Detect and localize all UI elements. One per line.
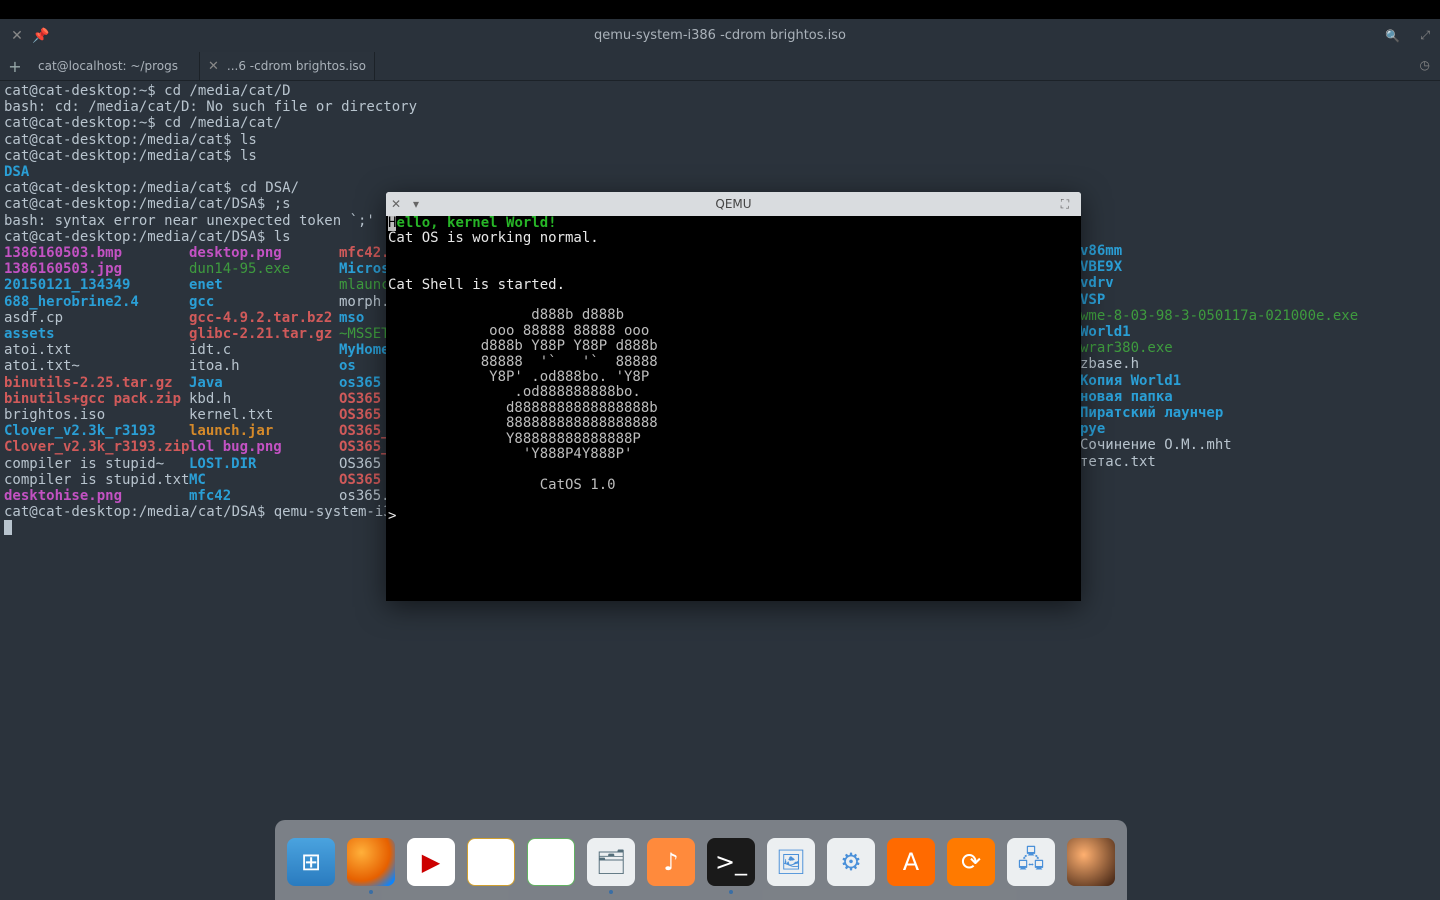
dock-network[interactable]: 🖧	[1007, 838, 1055, 898]
network-icon: 🖧	[1007, 838, 1055, 886]
qemu-output[interactable]: Hello, kernel World! Cat OS is working n…	[386, 216, 1081, 601]
dock-apps-menu[interactable]: ⊞	[287, 838, 335, 898]
dock-photos[interactable]: 🖼	[767, 838, 815, 898]
ls-right-column: v86mm VBE9X vdrv VSP wme-8-03-98-3-05011…	[1080, 243, 1358, 470]
dock-mail[interactable]: ✉	[467, 838, 515, 898]
qemu-window: ✕ ▾ QEMU ⛶ Hello, kernel World! Cat OS i…	[386, 192, 1081, 601]
dock-settings[interactable]: ⚙	[827, 838, 875, 898]
tab-history-icon[interactable]: ◷	[1420, 58, 1430, 72]
terminal-tabbar: + cat@localhost: ~/progs ✕ ...6 -cdrom bri…	[0, 52, 1440, 81]
pin-icon[interactable]: 📌	[34, 29, 48, 43]
updates-icon: ⟳	[947, 838, 995, 886]
terminal-title: qemu-system-i386 -cdrom brightos.iso	[0, 28, 1440, 43]
dock-software-center[interactable]: A	[887, 838, 935, 898]
tab-close-icon[interactable]: ✕	[208, 59, 219, 74]
music-icon: ♪	[647, 838, 695, 886]
fullscreen-icon[interactable]: ⛶	[1055, 197, 1075, 212]
dock-music[interactable]: ♪	[647, 838, 695, 898]
tab-label: cat@localhost: ~/progs	[38, 59, 178, 73]
settings-icon: ⚙	[827, 838, 875, 886]
new-tab-button[interactable]: +	[0, 52, 30, 80]
software-center-icon: A	[887, 838, 935, 886]
dock: ⊞ ▶✉▦🗂♪>_🖼⚙A⟳🖧	[275, 820, 1127, 900]
game-icon	[1067, 838, 1115, 886]
tab-label: ...6 -cdrom brightos.iso	[227, 59, 366, 73]
dock-updates[interactable]: ⟳	[947, 838, 995, 898]
close-icon[interactable]: ✕	[10, 29, 24, 43]
minimize-icon[interactable]: ▾	[406, 197, 426, 211]
apps-menu-icon: ⊞	[287, 838, 335, 886]
maximize-icon[interactable]: ⤢	[1420, 28, 1430, 43]
mail-icon: ✉	[467, 838, 515, 886]
terminal-tab-0[interactable]: cat@localhost: ~/progs	[30, 52, 200, 80]
terminal-cursor	[4, 520, 12, 535]
youtube-icon: ▶	[407, 838, 455, 886]
firefox-icon	[347, 838, 395, 886]
running-indicator	[369, 890, 373, 894]
dock-game[interactable]	[1067, 838, 1115, 898]
search-icon[interactable]: 🔍	[1385, 29, 1400, 43]
calendar-icon: ▦	[527, 838, 575, 886]
dock-calendar[interactable]: ▦	[527, 838, 575, 898]
files-icon: 🗂	[587, 838, 635, 886]
dock-files[interactable]: 🗂	[587, 838, 635, 898]
running-indicator	[729, 890, 733, 894]
running-indicator	[609, 890, 613, 894]
dock-youtube[interactable]: ▶	[407, 838, 455, 898]
terminal-tab-1[interactable]: ✕ ...6 -cdrom brightos.iso	[200, 52, 375, 80]
terminal-icon: >_	[707, 838, 755, 886]
photos-icon: 🖼	[767, 838, 815, 886]
close-icon[interactable]: ✕	[386, 197, 406, 211]
qemu-titlebar[interactable]: ✕ ▾ QEMU ⛶	[386, 192, 1081, 216]
terminal-titlebar[interactable]: ✕ 📌 qemu-system-i386 -cdrom brightos.iso…	[0, 19, 1440, 52]
qemu-title: QEMU	[386, 197, 1081, 211]
dock-firefox[interactable]	[347, 838, 395, 898]
dock-terminal[interactable]: >_	[707, 838, 755, 898]
top-black-bar	[0, 0, 1440, 19]
